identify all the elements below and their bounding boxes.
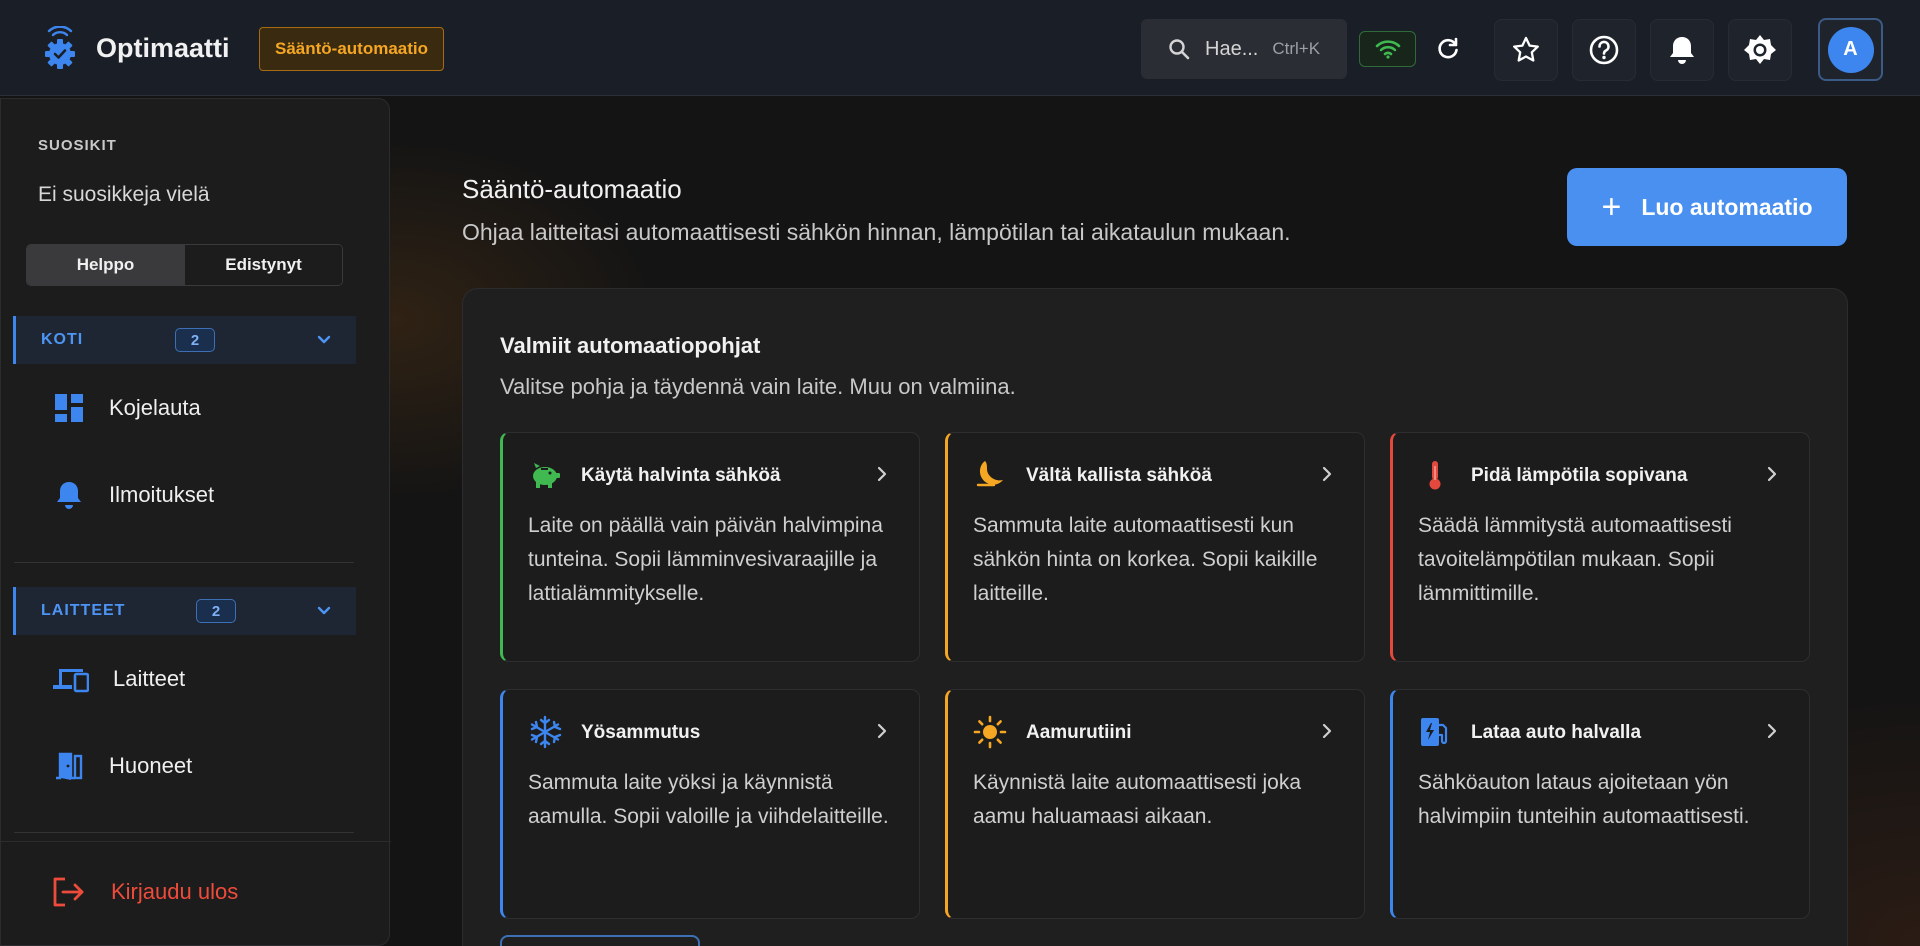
brightness-icon [1744, 35, 1776, 64]
template-title: Aamurutiini [1026, 722, 1132, 743]
sidebar-item-label: Kojelauta [109, 395, 201, 420]
connection-status-button[interactable] [1359, 31, 1416, 67]
help-button[interactable] [1572, 19, 1636, 81]
sidebar-divider [14, 832, 354, 833]
favorites-button[interactable] [1494, 19, 1558, 81]
template-description: Laite on päällä vain päivän halvimpina t… [528, 514, 883, 605]
chevron-right-icon [1322, 466, 1332, 482]
group-name: KOTI [41, 331, 84, 348]
mode-easy-button[interactable]: Helppo [27, 245, 184, 285]
sidebar-item-label: Ilmoitukset [109, 482, 215, 507]
plus-icon: + [1601, 188, 1622, 226]
sidebar: SUOSIKIT Ei suosikkeja vielä Helppo Edis… [0, 98, 391, 946]
current-page-badge: Sääntö-automaatio [259, 27, 445, 71]
templates-panel: Valmiit automaatiopohjat Valitse pohja j… [462, 288, 1848, 946]
mode-advanced-button[interactable]: Edistynyt [184, 245, 342, 285]
sidebar-item-laitteet[interactable]: Laitteet [53, 663, 185, 695]
refresh-icon [1438, 37, 1458, 59]
chevron-right-icon [1767, 466, 1777, 482]
logout-label: Kirjaudu ulos [111, 879, 239, 904]
template-card-morning-routine[interactable]: Aamurutiini Käynnistä laite automaattise… [945, 689, 1365, 919]
sidebar-item-huoneet[interactable]: Huoneet [53, 750, 192, 782]
sidebar-item-ilmoitukset[interactable]: Ilmoitukset [53, 479, 214, 511]
sidebar-item-label: Laitteet [113, 666, 186, 691]
mode-toggle: Helppo Edistynyt [26, 244, 343, 286]
template-description: Säädä lämmitystä automaattisesti tavoite… [1418, 514, 1732, 605]
brand[interactable]: Optimaatti [40, 26, 230, 70]
chevron-right-icon [1322, 723, 1332, 739]
notifications-button[interactable] [1650, 19, 1714, 81]
template-title: Käytä halvinta sähköä [581, 465, 781, 486]
wifi-icon [1375, 40, 1400, 59]
thermometer-icon [1429, 461, 1441, 490]
template-title: Pidä lämpötila sopivana [1471, 465, 1688, 486]
template-card-night-shutdown[interactable]: Yösammutus Sammuta laite yöksi ja käynni… [500, 689, 920, 919]
sidebar-group-koti[interactable]: KOTI 2 [13, 316, 356, 364]
bell-icon [1670, 37, 1694, 64]
moon-icon [976, 461, 1003, 487]
template-card-charge-car[interactable]: Lataa auto halvalla Sähköauton lataus aj… [1390, 689, 1810, 919]
ev-charger-icon [1421, 718, 1448, 746]
template-description: Sähköauton lataus ajoitetaan yön halvimp… [1418, 771, 1750, 828]
user-menu-button[interactable]: A [1818, 18, 1883, 81]
chevron-right-icon [1767, 723, 1777, 739]
chevron-down-icon [317, 606, 331, 615]
sun-icon [973, 715, 1007, 749]
snowflake-icon [530, 715, 562, 749]
create-automation-label: Luo automaatio [1641, 193, 1813, 220]
templates-subtitle: Valitse pohja ja täydennä vain laite. Mu… [500, 374, 1016, 399]
favorites-empty-text: Ei suosikkeja vielä [38, 183, 210, 206]
piggy-bank-icon [533, 463, 560, 488]
search-placeholder: Hae... [1205, 37, 1259, 60]
logout-button[interactable]: Kirjaudu ulos [51, 876, 238, 908]
chevron-right-icon [877, 466, 887, 482]
template-description: Käynnistä laite automaattisesti joka aam… [973, 771, 1302, 828]
dashboard-icon [55, 394, 83, 422]
group-count-badge: 2 [175, 328, 215, 352]
sidebar-item-label: Huoneet [109, 753, 193, 778]
bell-icon [57, 482, 81, 509]
template-card-cheapest-electricity[interactable]: Käytä halvinta sähköä Laite on päällä va… [500, 432, 920, 662]
help-icon [1589, 35, 1619, 65]
template-title: Lataa auto halvalla [1471, 722, 1642, 743]
chevron-down-icon [317, 335, 331, 344]
sidebar-divider [14, 562, 354, 563]
template-description: Sammuta laite automaattisesti kun sähkön… [973, 514, 1318, 605]
avatar: A [1827, 26, 1874, 73]
sidebar-group-laitteet[interactable]: LAITTEET 2 [13, 587, 356, 635]
templates-title: Valmiit automaatiopohjat [500, 333, 761, 358]
template-description: Sammuta laite yöksi ja käynnistä aamulla… [528, 771, 889, 828]
devices-icon [53, 669, 89, 693]
group-name: LAITTEET [41, 602, 126, 619]
template-title: Vältä kallista sähköä [1026, 465, 1212, 486]
search-icon [1169, 39, 1190, 60]
gear-wifi-logo-icon [45, 26, 75, 69]
app-name: Optimaatti [96, 32, 230, 63]
more-templates-button[interactable] [500, 935, 700, 946]
page-title: Sääntö-automaatio [462, 174, 682, 204]
door-icon [56, 752, 83, 780]
sidebar-item-kojelauta[interactable]: Kojelauta [53, 392, 201, 424]
page-subtitle: Ohjaa laitteitasi automaattisesti sähkön… [462, 219, 1291, 245]
template-title: Yösammutus [581, 722, 701, 743]
search-shortcut: Ctrl+K [1272, 39, 1321, 58]
sidebar-footer-divider [1, 841, 391, 842]
template-card-keep-temperature[interactable]: Pidä lämpötila sopivana Säädä lämmitystä… [1390, 432, 1810, 662]
chevron-right-icon [877, 723, 887, 739]
theme-toggle-button[interactable] [1728, 19, 1792, 81]
logout-icon [53, 877, 84, 907]
search-input[interactable]: Hae... Ctrl+K [1141, 19, 1347, 79]
favorites-title: SUOSIKIT [38, 137, 117, 154]
template-card-avoid-expensive[interactable]: Vältä kallista sähköä Sammuta laite auto… [945, 432, 1365, 662]
star-icon [1513, 36, 1539, 62]
top-header: Optimaatti Sääntö-automaatio Hae... Ctrl… [0, 0, 1920, 96]
refresh-button[interactable] [1428, 27, 1468, 71]
create-automation-button[interactable]: + Luo automaatio [1567, 168, 1847, 246]
group-count-badge: 2 [196, 599, 236, 623]
